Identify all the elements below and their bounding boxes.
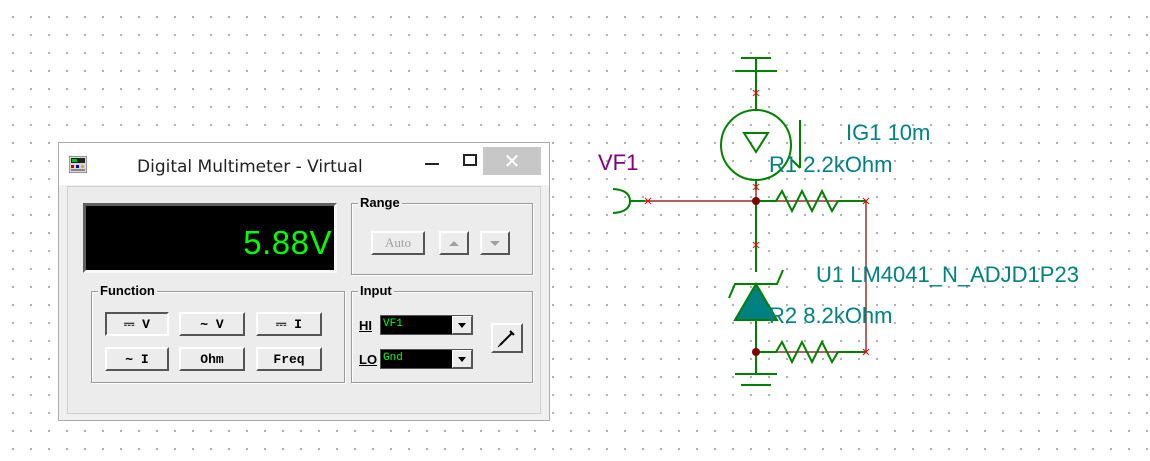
range-label: Range	[358, 195, 402, 210]
lo-label: LO	[359, 352, 378, 367]
lo-dropdown-button[interactable]	[452, 350, 472, 368]
close-icon: ✕	[503, 149, 521, 173]
close-button[interactable]: ✕	[483, 147, 541, 175]
bottom-ground-symbol	[735, 352, 777, 386]
ac-voltage-label: ∼ V	[200, 316, 224, 332]
range-down-button[interactable]	[480, 231, 510, 255]
top-ground-symbol	[735, 57, 777, 110]
freq-button[interactable]: Freq	[256, 347, 322, 371]
r1-label: R1 2.2kOhm	[769, 152, 893, 177]
ac-voltage-button[interactable]: ∼ V	[179, 312, 245, 336]
vf1-probe[interactable]	[612, 188, 645, 214]
vf1-label: VF1	[598, 150, 638, 175]
current-source-ig1[interactable]	[720, 109, 792, 190]
reading-display: 5.88V	[83, 203, 337, 273]
lo-select[interactable]: Gnd	[380, 349, 473, 369]
freq-label: Freq	[273, 351, 305, 367]
input-label: Input	[358, 283, 394, 298]
zener-diode-u1[interactable]	[728, 201, 784, 352]
probe-button[interactable]	[491, 323, 523, 353]
hi-label: HI	[359, 318, 372, 333]
hi-dropdown-button[interactable]	[452, 316, 472, 334]
lo-select-value: Gnd	[383, 352, 403, 364]
ac-current-button[interactable]: ∼ I	[105, 347, 169, 371]
probe-icon	[497, 330, 515, 348]
r2-label: R2 8.2kOhm	[769, 303, 893, 328]
dc-voltage-label: ⎓ V	[124, 316, 150, 332]
range-up-button[interactable]	[439, 231, 469, 255]
multimeter-window: Digital Multimeter - Virtual ✕ 5.88V Ran…	[58, 142, 550, 421]
ohm-label: Ohm	[200, 351, 224, 367]
maximize-icon	[463, 154, 477, 166]
u1-label: U1 LM4041_N_ADJD1P23	[816, 262, 1079, 287]
up-arrow-icon	[449, 240, 459, 246]
dc-voltage-button[interactable]: ⎓ V	[105, 312, 169, 336]
dropdown-arrow-icon	[458, 322, 466, 328]
dc-current-button[interactable]: ⎓ I	[256, 312, 322, 336]
dc-current-label: ⎓ I	[276, 316, 302, 332]
minimize-icon	[425, 163, 439, 165]
title-bar[interactable]: Digital Multimeter - Virtual ✕	[59, 143, 549, 185]
reading-value: 5.88V	[243, 224, 332, 261]
window-title: Digital Multimeter - Virtual	[137, 157, 363, 177]
range-auto-button[interactable]: Auto	[371, 231, 425, 255]
multimeter-app-icon	[69, 156, 87, 173]
hi-select-value: VF1	[383, 318, 403, 330]
ig1-label: IG1 10m	[846, 120, 930, 145]
range-auto-label: Auto	[385, 235, 411, 250]
dropdown-arrow-icon	[458, 356, 466, 362]
ac-current-label: ∼ I	[125, 351, 149, 367]
function-label: Function	[98, 283, 157, 298]
hi-select[interactable]: VF1	[380, 315, 473, 335]
down-arrow-icon	[490, 240, 500, 246]
ohm-button[interactable]: Ohm	[179, 347, 245, 371]
